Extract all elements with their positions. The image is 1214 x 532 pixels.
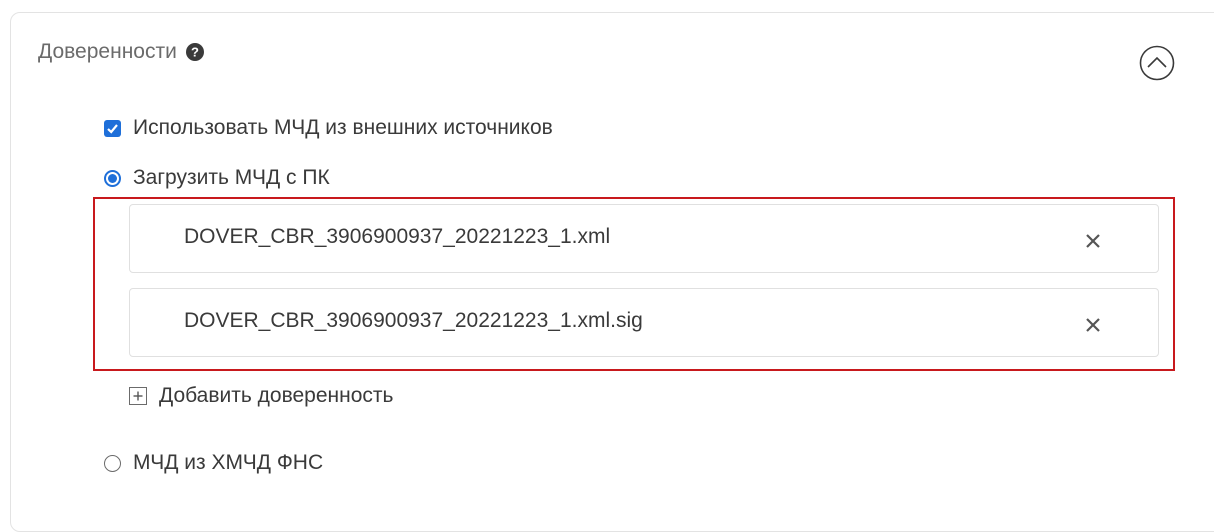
- file-name: DOVER_CBR_3906900937_20221223_1.xml: [184, 225, 611, 248]
- close-icon: [1086, 318, 1100, 332]
- add-proxy-label: Добавить доверенность: [159, 384, 394, 407]
- from-fns-label: МЧД из ХМЧД ФНС: [133, 451, 324, 474]
- question-circle-icon[interactable]: ?: [185, 42, 205, 62]
- use-external-option[interactable]: Использовать МЧД из внешних источников: [104, 116, 553, 140]
- chevron-up-circle-icon: [1139, 45, 1175, 81]
- file-item: DOVER_CBR_3906900937_20221223_1.xml.sig: [129, 288, 1159, 357]
- upload-from-pc-radio[interactable]: [104, 169, 121, 187]
- from-fns-radio[interactable]: [104, 454, 121, 472]
- svg-text:?: ?: [191, 45, 199, 60]
- use-external-checkbox[interactable]: [104, 119, 121, 137]
- remove-file-button[interactable]: [1082, 314, 1104, 336]
- from-fns-option[interactable]: МЧД из ХМЧД ФНС: [104, 451, 323, 475]
- upload-from-pc-label: Загрузить МЧД с ПК: [133, 166, 330, 189]
- file-name: DOVER_CBR_3906900937_20221223_1.xml.sig: [184, 309, 643, 332]
- section-title: Доверенности: [38, 40, 177, 63]
- upload-from-pc-option[interactable]: Загрузить МЧД с ПК: [104, 166, 330, 190]
- collapse-button[interactable]: [1139, 45, 1175, 81]
- section-header: Доверенности ?: [38, 40, 205, 64]
- use-external-label: Использовать МЧД из внешних источников: [133, 116, 553, 139]
- close-icon: [1086, 234, 1100, 248]
- add-proxy-button[interactable]: Добавить доверенность: [129, 384, 393, 408]
- file-item: DOVER_CBR_3906900937_20221223_1.xml: [129, 204, 1159, 273]
- check-icon: [107, 123, 118, 134]
- remove-file-button[interactable]: [1082, 230, 1104, 252]
- plus-square-icon: [129, 387, 147, 405]
